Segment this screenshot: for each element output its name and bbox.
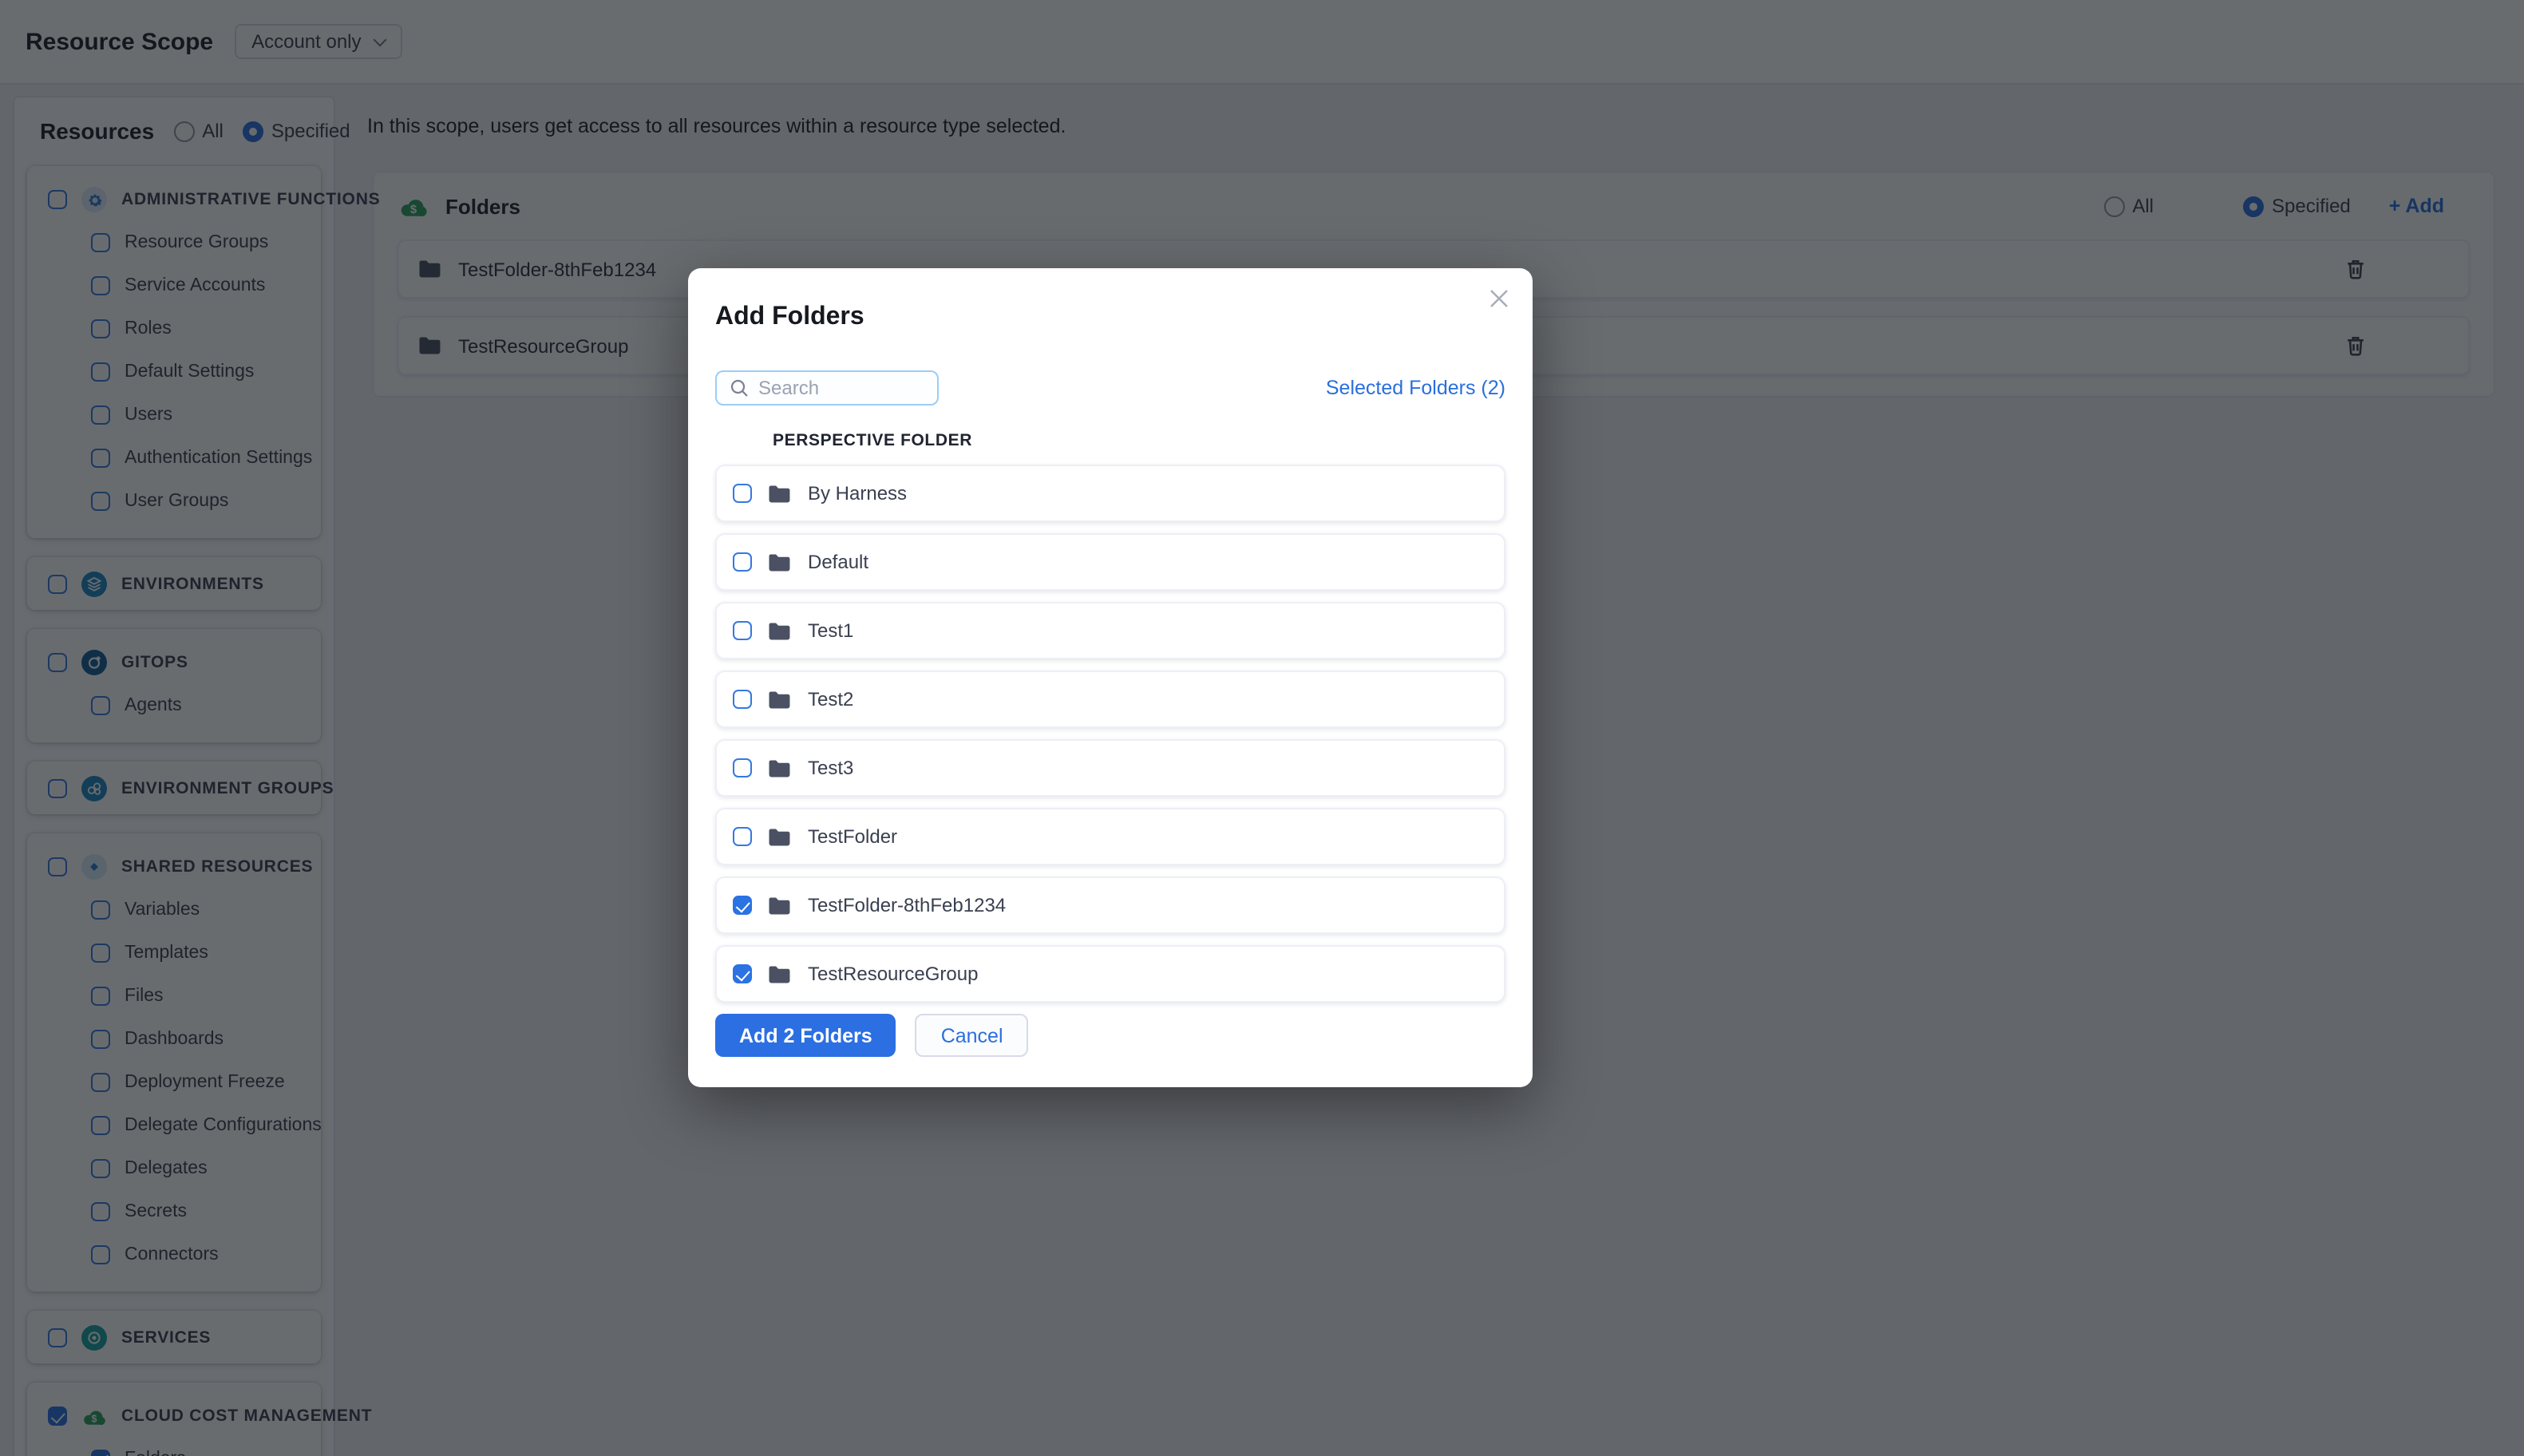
folder-list-item[interactable]: Test1 xyxy=(715,602,1505,659)
column-header-perspective-folder: PERSPECTIVE FOLDER xyxy=(773,431,973,450)
folder-name: TestFolder-8thFeb1234 xyxy=(808,894,1007,916)
folder-checkbox[interactable] xyxy=(733,484,752,503)
app-root: Resource Scope Account only Resources Al… xyxy=(0,0,2524,1456)
folder-name: By Harness xyxy=(808,482,908,504)
folder-name: Test1 xyxy=(808,619,854,642)
folder-checkbox[interactable] xyxy=(733,827,752,846)
folder-list: By Harness Default Test1 Test2 Test3 Tes… xyxy=(715,465,1505,1003)
selected-folders-link[interactable]: Selected Folders (2) xyxy=(1326,377,1505,399)
folder-list-item[interactable]: TestResourceGroup xyxy=(715,945,1505,1003)
add-folders-modal: Add Folders Selected Folders (2) PERSPEC… xyxy=(688,268,1533,1087)
add-folders-button[interactable]: Add 2 Folders xyxy=(715,1014,896,1057)
search-box xyxy=(715,370,939,406)
folder-icon xyxy=(768,826,792,847)
cancel-button[interactable]: Cancel xyxy=(915,1014,1029,1057)
search-icon xyxy=(730,378,749,398)
folder-list-item[interactable]: Default xyxy=(715,533,1505,591)
folder-icon xyxy=(768,689,792,710)
folder-checkbox[interactable] xyxy=(733,621,752,640)
folder-icon xyxy=(768,483,792,504)
folder-name: Test2 xyxy=(808,688,854,710)
folder-list-item[interactable]: Test2 xyxy=(715,671,1505,728)
folder-checkbox[interactable] xyxy=(733,690,752,709)
folder-checkbox[interactable] xyxy=(733,758,752,777)
folder-checkbox[interactable] xyxy=(733,964,752,983)
folder-name: TestFolder xyxy=(808,825,898,848)
folder-name: TestResourceGroup xyxy=(808,963,979,985)
folder-list-item[interactable]: By Harness xyxy=(715,465,1505,522)
folder-icon xyxy=(768,552,792,572)
folder-checkbox[interactable] xyxy=(733,896,752,915)
folder-icon xyxy=(768,620,792,641)
search-input[interactable] xyxy=(758,377,924,399)
folder-name: Default xyxy=(808,551,869,573)
folder-icon xyxy=(768,963,792,984)
folder-list-item[interactable]: TestFolder-8thFeb1234 xyxy=(715,876,1505,934)
folder-list-item[interactable]: TestFolder xyxy=(715,808,1505,865)
folder-name: Test3 xyxy=(808,757,854,779)
modal-title: Add Folders xyxy=(715,303,864,330)
folder-checkbox[interactable] xyxy=(733,552,752,572)
close-icon[interactable] xyxy=(1488,287,1510,310)
folder-list-item[interactable]: Test3 xyxy=(715,739,1505,797)
folder-icon xyxy=(768,895,792,916)
folder-icon xyxy=(768,758,792,778)
modal-toolbar: Selected Folders (2) xyxy=(715,370,1505,406)
modal-actions: Add 2 Folders Cancel xyxy=(715,1014,1505,1057)
